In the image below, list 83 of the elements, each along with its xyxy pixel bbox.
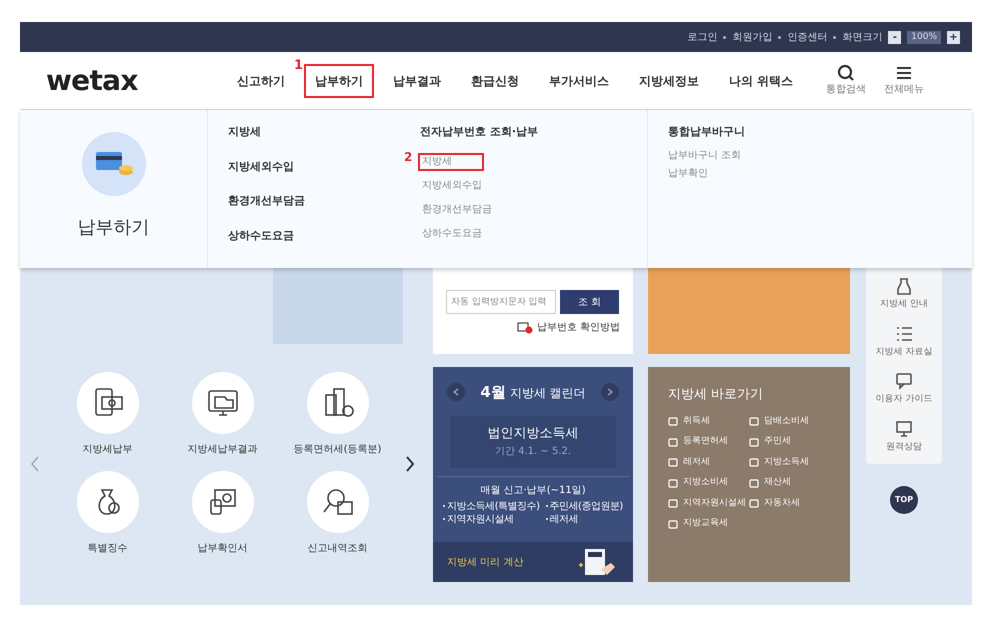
search-submit-button[interactable]: 조 회 <box>560 290 619 314</box>
nav-item[interactable]: 납부하기 <box>304 64 374 98</box>
top-link[interactable]: 화면크기 <box>842 30 882 44</box>
monthly-heading: 매월 신고·납부(~11일) <box>480 484 586 498</box>
monthly-tax-item: 지방소득세(특별징수) <box>447 500 540 512</box>
menu-heading: 통합납부바구니 <box>668 124 745 140</box>
monthly-tax-item: 주민세(종업원분) <box>550 500 623 512</box>
service-link[interactable]: 납부확인서 <box>165 471 280 556</box>
service-link[interactable]: 지방세납부 <box>50 372 165 457</box>
chevron-right-icon <box>606 388 613 396</box>
shortcut-link[interactable]: 주민세 <box>749 435 830 448</box>
zoom-in-button[interactable]: + <box>947 30 960 44</box>
quick-menu-link[interactable]: 이용자 가이드 <box>876 371 932 406</box>
card-alert-icon <box>516 322 533 334</box>
nav-item[interactable]: 환급신청 <box>460 64 530 98</box>
calendar-month: 4월 <box>480 382 506 403</box>
shortcut-link[interactable]: 지방소득세 <box>749 456 830 469</box>
top-link[interactable]: 로그인 <box>687 30 718 44</box>
logo[interactable]: wetax <box>46 60 206 102</box>
service-label: 납부확인서 <box>198 542 248 556</box>
menu-link[interactable]: 환경개선부담금 <box>228 193 420 210</box>
menu-link[interactable]: 지방세 <box>228 124 420 140</box>
service-link[interactable]: 등록면허세(등록분) <box>280 372 395 457</box>
nav-item[interactable]: 지방세정보 <box>628 64 710 98</box>
dot-separator-icon <box>833 36 836 38</box>
shortcut-link[interactable]: 지역자원시설세 <box>668 496 749 510</box>
shortcut-link[interactable]: 담배소비세 <box>749 414 830 428</box>
zoom-out-button[interactable]: - <box>888 30 902 44</box>
service-label: 지방세납부결과 <box>188 443 258 457</box>
service-label: 특별징수 <box>88 542 128 556</box>
top-link[interactable]: 회원가입 <box>732 30 772 44</box>
service-link[interactable]: 특별징수 <box>50 471 165 556</box>
monthly-tax-item: 지역자원시설세 <box>447 512 514 526</box>
captcha-input[interactable]: 자동 입력방지문자 입력 <box>446 290 556 314</box>
shortcut-link[interactable]: 지방교육세 <box>668 517 749 530</box>
shortcut-title: 지방세 바로가기 <box>668 386 764 404</box>
annotation-number: 1 <box>294 56 304 74</box>
search-icon <box>837 64 856 82</box>
menu-button[interactable]: 전체메뉴 <box>884 64 924 97</box>
nav-item[interactable]: 납부결과 <box>382 64 452 98</box>
service-label: 신고내역조회 <box>308 542 368 556</box>
service-label: 등록면허세(등록분) <box>294 443 382 457</box>
tax-period: 기간 4.1. ~ 5.2. <box>494 444 572 459</box>
top-button[interactable]: TOP <box>890 486 918 514</box>
bottle-icon <box>894 276 914 296</box>
menu-link[interactable]: 상하수도요금 <box>228 228 420 244</box>
shortcut-link[interactable]: 지방소비세 <box>668 476 749 490</box>
shortcut-link[interactable]: 취득세 <box>668 414 749 428</box>
chevron-left-icon <box>30 455 40 473</box>
submenu-link[interactable]: 납부바구니 조회 <box>668 148 745 162</box>
service-label: 지방세납부 <box>82 443 132 457</box>
zoom-value: 100% <box>907 30 941 44</box>
annotation-number: 2 <box>404 148 412 166</box>
search-button[interactable]: 통합검색 <box>826 64 866 97</box>
section-title: 납부하기 <box>78 216 150 240</box>
calendar-title: 지방세 캘린더 <box>510 385 586 402</box>
monthly-tax-item: 레저세 <box>550 512 578 526</box>
quick-menu-link[interactable]: 원격상담 <box>886 418 922 454</box>
nav-item[interactable]: 신고하기 <box>226 64 296 98</box>
monitor-icon <box>894 418 914 438</box>
quick-menu-link[interactable]: 지방세 안내 <box>880 276 928 312</box>
chevron-left-icon <box>453 388 459 396</box>
service-link[interactable]: 신고내역조회 <box>280 471 395 556</box>
chat-icon <box>894 371 914 391</box>
top-link[interactable]: 인증센터 <box>787 30 828 44</box>
menu-heading: 전자납부번호 조회·납부 <box>420 124 540 140</box>
chevron-right-icon <box>405 455 415 473</box>
shortcut-link[interactable]: 재산세 <box>749 476 830 490</box>
service-link[interactable]: 지방세납부결과 <box>165 372 280 457</box>
next-month-button[interactable] <box>600 383 619 402</box>
shortcut-link[interactable]: 자동차세 <box>749 496 830 510</box>
shortcut-link[interactable]: 등록면허세 <box>668 435 749 448</box>
help-link[interactable]: 납부번호 확인방법 <box>516 320 620 335</box>
tax-calculator-banner[interactable]: 지방세 미리 계산 <box>433 542 633 582</box>
nav-item[interactable]: 나의 위택스 <box>718 64 804 98</box>
quick-menu-link[interactable]: 지방세 자료실 <box>876 324 932 359</box>
shortcut-link[interactable]: 레저세 <box>668 456 749 469</box>
nav-item[interactable]: 부가서비스 <box>538 64 620 98</box>
menu-icon <box>895 64 914 82</box>
tax-name: 법인지방소득세 <box>488 425 578 444</box>
dot-separator-icon <box>778 36 782 38</box>
dot-separator-icon <box>723 36 726 38</box>
previous-month-button[interactable] <box>447 383 465 402</box>
